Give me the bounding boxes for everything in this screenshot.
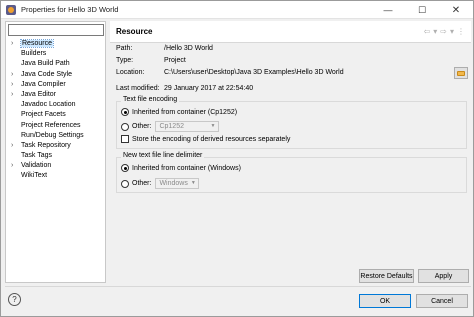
forward-dropdown-icon[interactable]: ▾ [450, 27, 454, 36]
dialog-separator [5, 286, 471, 287]
maximize-button[interactable]: ☐ [405, 1, 439, 19]
sidebar-item-project-references[interactable]: Project References [6, 121, 105, 131]
cancel-button[interactable]: Cancel [416, 294, 468, 308]
sidebar-item-validation[interactable]: › Validation [6, 161, 105, 171]
delimiter-other-value: Windows [159, 180, 188, 187]
last-modified-value: 29 January 2017 at 22:54:40 [164, 85, 254, 92]
line-delimiter-group: New text file line delimiter Inherited f… [116, 152, 467, 193]
sidebar-item-java-code-style[interactable]: › Java Code Style [6, 70, 105, 80]
sidebar-item-label: Java Build Path [21, 60, 70, 68]
chevron-right-icon[interactable]: › [11, 70, 13, 80]
encoding-other-value: Cp1252 [159, 123, 184, 130]
delimiter-inherited-label: Inherited from container (Windows) [132, 164, 241, 172]
apply-button[interactable]: Apply [418, 269, 469, 283]
encoding-inherited-label: Inherited from container (Cp1252) [132, 108, 238, 116]
encoding-inherited-radio[interactable] [121, 108, 129, 116]
show-in-explorer-button[interactable] [454, 67, 468, 79]
encoding-other-radio[interactable] [121, 122, 129, 131]
sidebar-item-label: Java Editor [21, 90, 57, 98]
encoding-inherited-option[interactable]: Inherited from container (Cp1252) [121, 108, 237, 116]
property-page-tree: › Resource Builders Java Build Path › Java Co… [6, 39, 105, 182]
sidebar-item-label: Java Code Style [21, 70, 72, 78]
sidebar-item-wikitext[interactable]: WikiText [6, 171, 105, 181]
chevron-right-icon[interactable]: › [11, 161, 13, 171]
sidebar-item-label: Project Facets [21, 111, 66, 119]
sidebar-item-javadoc-location[interactable]: Javadoc Location [6, 100, 105, 110]
eclipse-app-icon [6, 5, 16, 15]
sidebar-item-resource[interactable]: › Resource [6, 39, 105, 49]
chevron-down-icon: ▼ [210, 123, 216, 129]
window-title: Properties for Hello 3D World [21, 5, 119, 14]
chevron-right-icon[interactable]: › [11, 39, 13, 49]
store-derived-checkbox[interactable] [121, 135, 129, 143]
type-value: Project [164, 57, 186, 64]
sidebar-item-label: Builders [21, 50, 47, 58]
last-modified-label: Last modified: [116, 85, 160, 92]
restore-defaults-button[interactable]: Restore Defaults [359, 269, 414, 283]
path-value: /Hello 3D World [164, 45, 213, 52]
close-button[interactable]: ✕ [439, 1, 473, 19]
back-dropdown-icon[interactable]: ▾ [433, 27, 437, 36]
location-label: Location: [116, 69, 145, 76]
minimize-button[interactable]: — [371, 1, 405, 19]
sidebar-item-task-tags[interactable]: Task Tags [6, 151, 105, 161]
sidebar-item-label: WikiText [21, 172, 48, 180]
path-label: Path: [116, 45, 133, 52]
store-derived-option[interactable]: Store the encoding of derived resources … [121, 135, 290, 143]
sidebar-item-task-repository[interactable]: › Task Repository [6, 141, 105, 151]
title-bar: Properties for Hello 3D World — ☐ ✕ [1, 1, 473, 19]
delimiter-other-label: Other: [132, 180, 152, 187]
chevron-right-icon[interactable]: › [11, 141, 13, 151]
encoding-other-select: Cp1252 ▼ [155, 121, 220, 132]
chevron-right-icon[interactable]: › [11, 90, 13, 100]
text-file-encoding-title: Text file encoding [121, 96, 180, 103]
sidebar-item-java-compiler[interactable]: › Java Compiler [6, 80, 105, 90]
sidebar-item-builders[interactable]: Builders [6, 49, 105, 59]
sidebar-item-label: Java Compiler [21, 80, 66, 88]
delimiter-other-radio[interactable] [121, 179, 129, 188]
delimiter-other-select: Windows ▼ [155, 178, 200, 189]
line-delimiter-title: New text file line delimiter [121, 152, 205, 159]
sidebar-item-run-debug-settings[interactable]: Run/Debug Settings [6, 131, 105, 141]
page-nav-icons: ⇦ ▾ ⇨ ▾ ⋮ [424, 27, 465, 36]
sidebar-item-label: Validation [21, 162, 52, 170]
encoding-other-label: Other: [132, 123, 152, 130]
page-header: Resource ⇦ ▾ ⇨ ▾ ⋮ [110, 21, 471, 43]
chevron-down-icon: ▼ [190, 180, 196, 186]
ok-button[interactable]: OK [359, 294, 411, 308]
chevron-right-icon[interactable]: › [11, 80, 13, 90]
back-arrow-icon[interactable]: ⇦ [424, 27, 431, 36]
properties-nav-panel: › Resource Builders Java Build Path › Java Co… [5, 21, 106, 283]
sidebar-item-label: Task Repository [21, 141, 71, 149]
sidebar-item-label: Javadoc Location [21, 101, 76, 109]
resource-page: Path: /Hello 3D World Type: Project Loca… [110, 43, 471, 283]
delimiter-other-option[interactable]: Other: Windows ▼ [121, 178, 200, 189]
sidebar-item-label: Project References [21, 121, 81, 129]
folder-icon [457, 70, 465, 76]
sidebar-item-java-editor[interactable]: › Java Editor [6, 90, 105, 100]
sidebar-item-java-build-path[interactable]: Java Build Path [6, 59, 105, 69]
location-value: C:\Users\user\Desktop\Java 3D Examples\H… [164, 69, 344, 76]
text-file-encoding-group: Text file encoding Inherited from contai… [116, 96, 467, 149]
delimiter-inherited-radio[interactable] [121, 164, 129, 172]
forward-arrow-icon[interactable]: ⇨ [440, 27, 447, 36]
delimiter-inherited-option[interactable]: Inherited from container (Windows) [121, 164, 241, 172]
sidebar-item-label: Run/Debug Settings [21, 131, 84, 139]
sidebar-item-label: Resource [20, 39, 54, 48]
store-derived-label: Store the encoding of derived resources … [132, 135, 291, 143]
view-menu-icon[interactable]: ⋮ [457, 27, 465, 36]
properties-dialog: Properties for Hello 3D World — ☐ ✕ › Res… [0, 0, 474, 317]
encoding-other-option[interactable]: Other: Cp1252 ▼ [121, 121, 220, 132]
sidebar-item-project-facets[interactable]: Project Facets [6, 110, 105, 120]
filter-input[interactable] [8, 24, 104, 36]
sidebar-item-label: Task Tags [21, 152, 52, 160]
page-title: Resource [116, 27, 153, 36]
type-label: Type: [116, 57, 134, 64]
help-icon[interactable]: ? [8, 293, 21, 306]
